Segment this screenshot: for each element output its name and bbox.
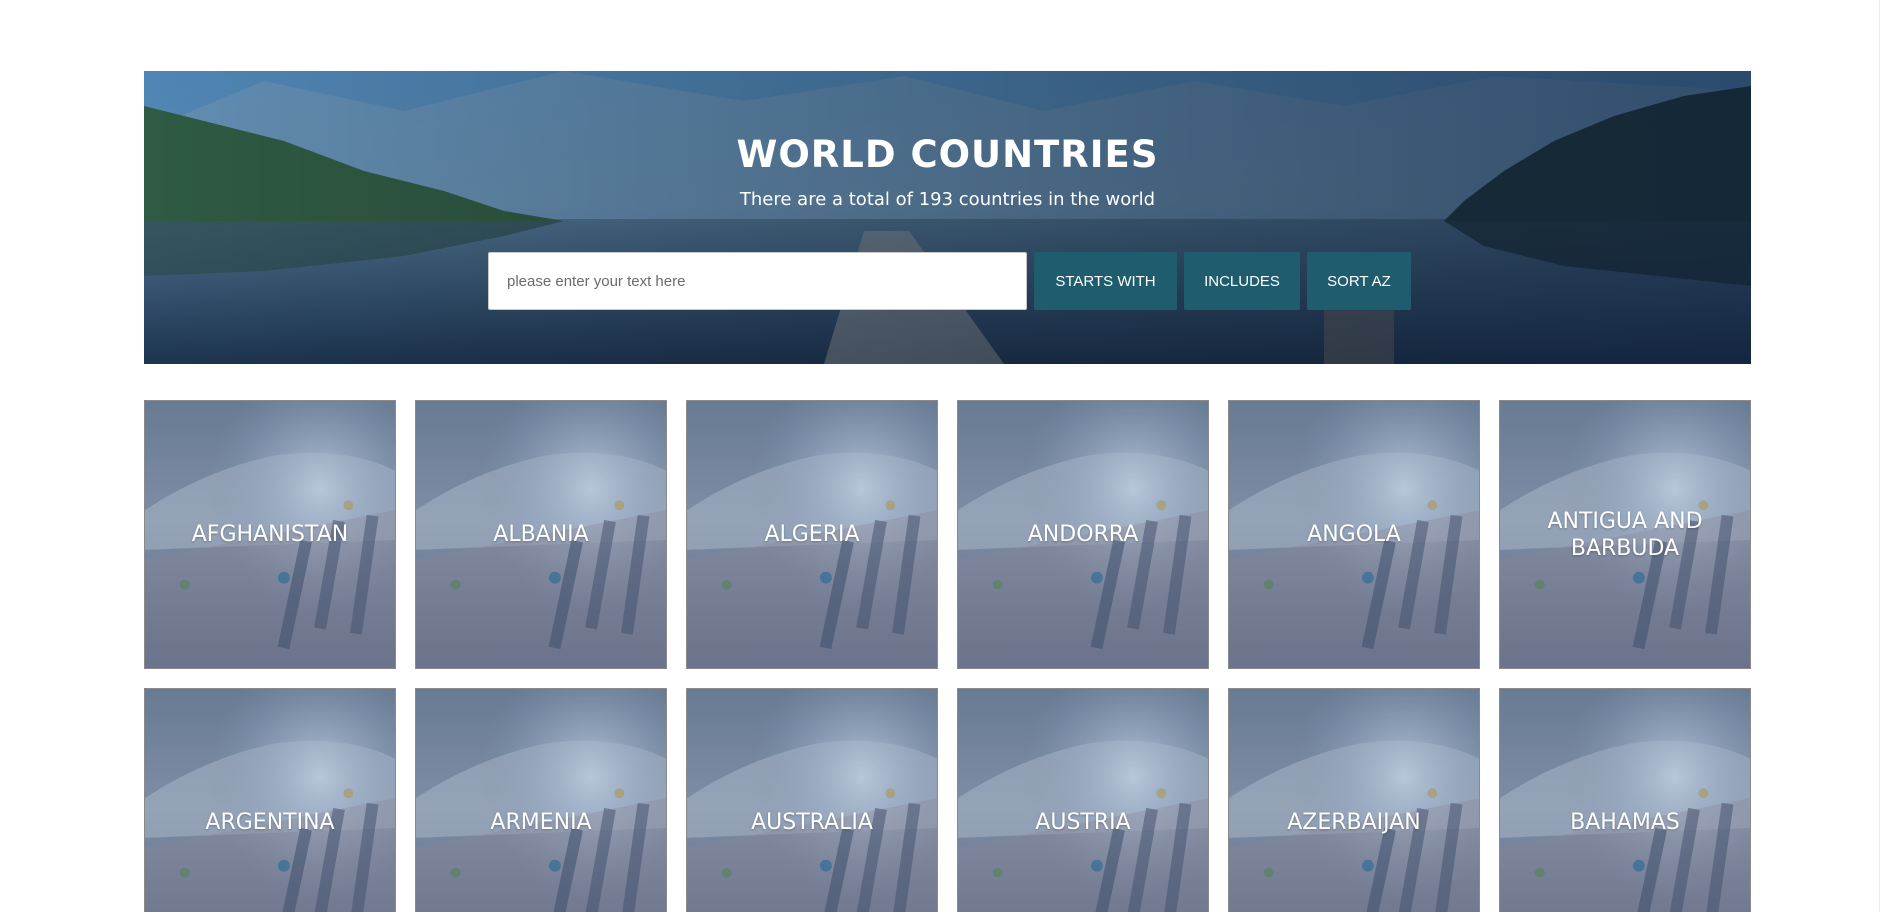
country-card[interactable]: AUSTRIA (957, 688, 1209, 912)
country-name: ANTIGUA AND BARBUDA (1547, 508, 1703, 561)
country-name: ALBANIA (493, 522, 589, 547)
country-card[interactable]: BAHAMAS (1499, 688, 1751, 912)
search-controls: STARTS WITH INCLUDES SORT AZ (488, 252, 1411, 310)
country-card[interactable]: ANGOLA (1228, 400, 1480, 669)
country-card[interactable]: AZERBAIJAN (1228, 688, 1480, 912)
country-card[interactable]: ANDORRA (957, 400, 1209, 669)
country-name: ANDORRA (1027, 522, 1139, 547)
country-card[interactable]: ARMENIA (415, 688, 667, 912)
page: WORLD COUNTRIES There are a total of 193… (0, 0, 1897, 912)
country-grid: AFGHANISTAN ALBANIA ALGERIA ANDORRA ANGO… (144, 400, 1751, 912)
page-scrollbar[interactable] (1879, 0, 1897, 912)
country-card[interactable]: AUSTRALIA (686, 688, 938, 912)
country-name: ANGOLA (1307, 522, 1401, 547)
country-card[interactable]: ARGENTINA (144, 688, 396, 912)
country-name: ARGENTINA (205, 810, 335, 835)
country-name: ALGERIA (764, 522, 860, 547)
includes-button[interactable]: INCLUDES (1184, 252, 1300, 310)
country-name: AFGHANISTAN (191, 522, 349, 547)
country-card[interactable]: ALBANIA (415, 400, 667, 669)
country-name: BAHAMAS (1570, 810, 1680, 835)
search-input[interactable] (488, 252, 1027, 310)
starts-with-button[interactable]: STARTS WITH (1034, 252, 1177, 310)
hero-lake-background (144, 71, 1751, 364)
country-card[interactable]: AFGHANISTAN (144, 400, 396, 669)
country-card[interactable]: ANTIGUA AND BARBUDA (1499, 400, 1751, 669)
country-name: AUSTRALIA (751, 810, 873, 835)
page-title: WORLD COUNTRIES (736, 133, 1159, 176)
country-count-subtitle: There are a total of 193 countries in th… (739, 189, 1156, 210)
hero-banner: WORLD COUNTRIES There are a total of 193… (144, 71, 1751, 364)
country-name: AZERBAIJAN (1287, 810, 1421, 835)
country-card[interactable]: ALGERIA (686, 400, 938, 669)
sort-az-button[interactable]: SORT AZ (1307, 252, 1411, 310)
country-name: AUSTRIA (1035, 810, 1131, 835)
country-name: ARMENIA (490, 810, 592, 835)
